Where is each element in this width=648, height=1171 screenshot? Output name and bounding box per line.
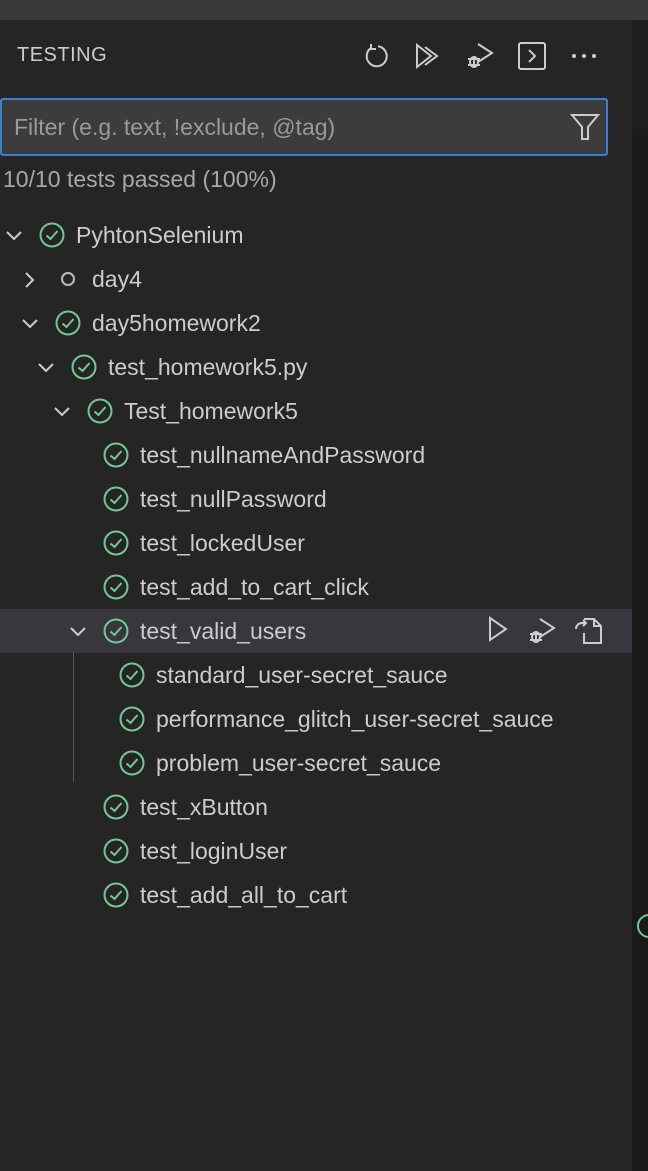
tree-item[interactable]: problem_user-secret_sauce [0,741,632,785]
passed-icon [119,750,145,776]
passed-icon [103,486,129,512]
tree-item[interactable]: test_loginUser [0,829,632,873]
tree-item-label: test_lockedUser [140,530,305,556]
debug-all-icon[interactable] [462,38,498,74]
title-bar [0,0,648,20]
chevron-down-icon[interactable] [68,621,88,641]
chevron-down-icon[interactable] [4,225,24,245]
passed-icon [103,794,129,820]
passed-icon [55,310,81,336]
tree-item[interactable]: test_valid_users [0,609,632,653]
filter-box [0,98,608,156]
divider [632,135,648,1171]
tree-item[interactable]: test_add_to_cart_click [0,565,632,609]
tree-item[interactable]: day5homework2 [0,301,632,345]
passed-icon [71,354,97,380]
chevron-right-icon[interactable] [20,269,40,289]
terminal-icon[interactable] [514,38,550,74]
passed-icon [119,662,145,688]
passed-icon [103,442,129,468]
test-tree: PyhtonSelenium day4 day5homework2 test_home… [0,213,632,917]
tree-item-label: test_nullPassword [140,486,327,512]
row-actions [484,615,604,653]
header-actions [358,38,602,74]
passed-icon [103,882,129,908]
tree-item[interactable]: test_homework5.py [0,345,632,389]
tree-item-label: test_xButton [140,794,268,820]
passed-icon [103,838,129,864]
tree-item[interactable]: standard_user-secret_sauce [0,653,632,697]
chevron-down-icon[interactable] [36,357,56,377]
tree-item-label: day4 [92,266,142,292]
refresh-icon[interactable] [358,38,394,74]
tree-item-label: test_nullnameAndPassword [140,442,426,468]
filter-input[interactable] [14,100,554,154]
panel-title: TESTING [17,44,108,66]
tree-item-label: Test_homework5 [124,398,298,424]
run-icon[interactable] [484,615,512,653]
passed-icon [103,574,129,600]
tree-item[interactable]: Test_homework5 [0,389,632,433]
tree-item[interactable]: day4 [0,257,632,301]
editor-edge [632,20,648,1171]
test-summary: 10/10 tests passed (100%) [3,166,277,192]
tree-item-label: performance_glitch_user-secret_sauce [156,706,554,732]
tree-item-label: PyhtonSelenium [76,222,244,248]
indent-guide [73,652,74,782]
passed-icon [637,914,648,938]
tree-item-label: test_homework5.py [108,354,308,380]
run-all-icon[interactable] [410,38,446,74]
passed-icon [103,618,129,644]
tree-item-label: test_add_to_cart_click [140,574,369,600]
tree-item[interactable]: test_xButton [0,785,632,829]
tree-item-label: test_loginUser [140,838,288,864]
passed-icon [87,398,113,424]
passed-icon [119,706,145,732]
tree-item[interactable]: performance_glitch_user-secret_sauce [0,697,632,741]
tree-item[interactable]: test_add_all_to_cart [0,873,632,917]
tree-item[interactable]: test_lockedUser [0,521,632,565]
unset-icon [55,266,81,292]
tree-item-label: test_add_all_to_cart [140,882,348,908]
passed-icon [39,222,65,248]
chevron-down-icon[interactable] [52,401,72,421]
tree-item[interactable]: test_nullPassword [0,477,632,521]
tree-item-label: standard_user-secret_sauce [156,662,448,688]
tree-item[interactable]: test_nullnameAndPassword [0,433,632,477]
tree-item[interactable]: PyhtonSelenium [0,213,632,257]
testing-header: TESTING [0,20,632,92]
chevron-down-icon[interactable] [20,313,40,333]
passed-icon [103,530,129,556]
debug-icon[interactable] [526,615,558,653]
filter-icon[interactable] [569,112,601,147]
go-to-file-icon[interactable] [572,615,604,653]
tree-item-label: problem_user-secret_sauce [156,750,442,776]
more-icon[interactable] [566,38,602,74]
tree-item-label: test_valid_users [140,618,307,644]
tree-item-label: day5homework2 [92,310,261,336]
